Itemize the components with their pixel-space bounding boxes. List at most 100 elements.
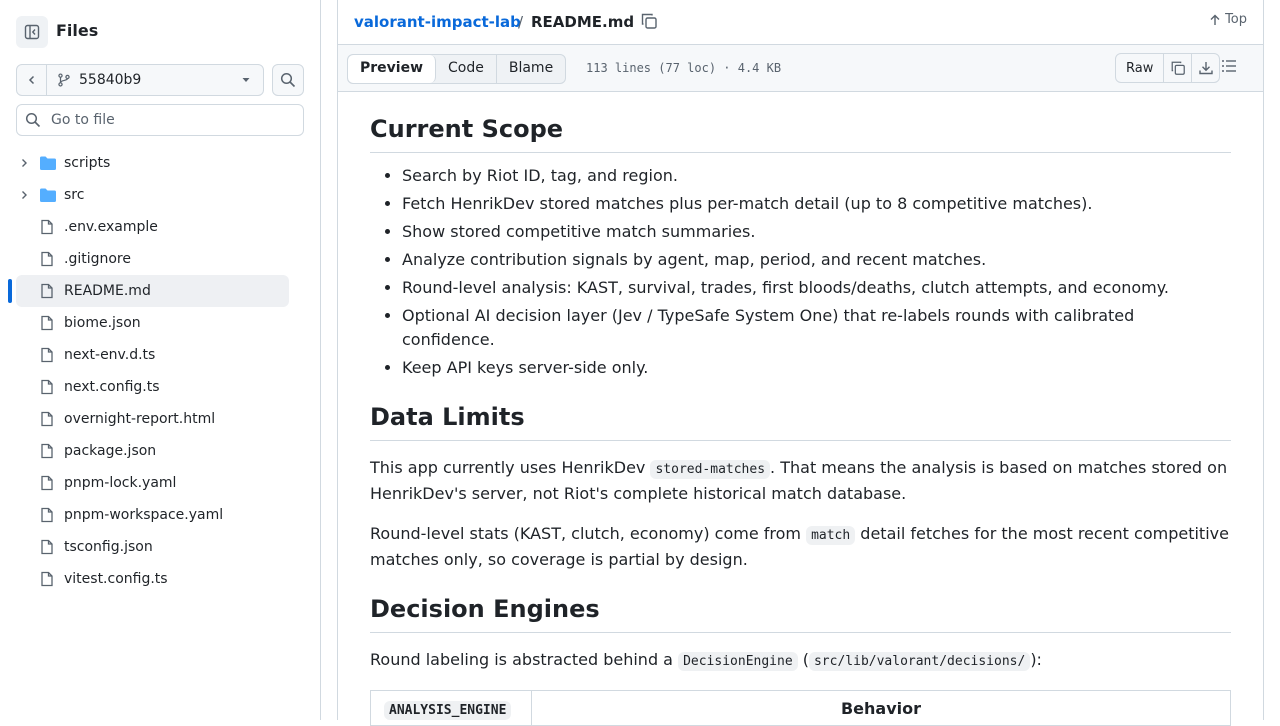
top-button[interactable]: Top [1209,12,1247,27]
inline-code: ANALYSIS_ENGINE [384,700,512,720]
text: This app currently uses HenrikDev [370,458,651,477]
copy-path-button[interactable] [640,12,658,34]
file-icon [41,251,53,267]
file-icon [41,379,53,395]
tree-item-vitest-config[interactable]: vitest.config.ts [0,563,320,595]
file-header: Preview Code Blame 113 lines (77 loc) · … [338,45,1263,92]
breadcrumb: valorant-impact-lab / README.md Top [338,0,1263,45]
paragraph: This app currently uses HenrikDev stored… [370,456,1231,506]
tree-item-pnpm-workspace[interactable]: pnpm-workspace.yaml [0,499,320,531]
download-button[interactable] [1192,54,1219,82]
folder-icon [40,156,56,170]
arrow-up-icon [1210,14,1220,25]
file-icon [41,507,53,523]
tree-item-label: next.config.ts [64,379,160,395]
list-item: Search by Riot ID, tag, and region. [402,164,1231,188]
collapse-sidebar-button[interactable] [16,16,48,48]
tree-item-package-json[interactable]: package.json [0,435,320,467]
tree-item-readme[interactable]: README.md [0,275,320,307]
list-item: Show stored competitive match summaries. [402,220,1231,244]
tree-item-gitignore[interactable]: .gitignore [0,243,320,275]
tree-item-pnpm-lock[interactable]: pnpm-lock.yaml [0,467,320,499]
file-icon [41,571,53,587]
file-icon [41,475,53,491]
chevron-right-icon[interactable] [18,189,30,201]
heading-current-scope: Current Scope [370,114,1231,153]
branch-selector: 55840b9 [16,64,264,96]
top-label: Top [1225,12,1247,27]
tree-item-label: next-env.d.ts [64,347,156,363]
scope-list: Search by Riot ID, tag, and region. Fetc… [370,164,1231,380]
branch-dropdown[interactable]: 55840b9 [47,65,263,95]
file-icon [41,219,53,235]
raw-actions: Raw [1115,53,1221,83]
paragraph: Round-level stats (KAST, clutch, economy… [370,522,1231,572]
tab-code[interactable]: Code [436,55,497,83]
paragraph: Round labeling is abstracted behind a De… [370,648,1231,674]
file-tree: scripts src .env.example .gitignore READ… [0,147,320,595]
branch-name: 55840b9 [79,72,142,88]
table-header: ANALYSIS_ENGINE [370,690,532,726]
tree-item-label: vitest.config.ts [64,571,168,587]
sidebar-title: Files [56,21,99,40]
tree-item-label: pnpm-lock.yaml [64,475,177,491]
list-icon [1222,60,1236,72]
file-icon [41,347,53,363]
repo-link[interactable]: valorant-impact-lab [354,12,521,32]
active-highlight [16,275,289,307]
tree-item-overnight-report[interactable]: overnight-report.html [0,403,320,435]
tree-item-scripts[interactable]: scripts [0,147,320,179]
tree-item-label: biome.json [64,315,141,331]
tree-item-label: overnight-report.html [64,411,216,427]
file-icon [41,539,53,555]
text: ( [797,650,809,669]
active-indicator [8,279,12,303]
table-header: Behavior [531,690,1231,726]
tree-item-env-example[interactable]: .env.example [0,211,320,243]
back-button[interactable] [17,65,47,95]
copy-icon [1171,61,1185,75]
tree-item-label: pnpm-workspace.yaml [64,507,224,523]
tree-item-next-config[interactable]: next.config.ts [0,371,320,403]
list-item: Optional AI decision layer (Jev / TypeSa… [402,304,1231,352]
copy-raw-button[interactable] [1164,54,1193,82]
engines-table: ANALYSIS_ENGINE Behavior [370,690,1231,726]
go-to-file-input[interactable] [49,111,293,129]
search-icon [25,112,41,128]
inline-code: match [806,526,856,545]
text: ): [1030,650,1042,669]
tree-item-next-env[interactable]: next-env.d.ts [0,339,320,371]
folder-icon [40,188,56,202]
list-item: Keep API keys server-side only. [402,356,1231,380]
list-item: Fetch HenrikDev stored matches plus per-… [402,192,1231,216]
tree-item-tsconfig[interactable]: tsconfig.json [0,531,320,563]
path-separator: / [518,13,524,31]
list-item: Analyze contribution signals by agent, m… [402,248,1231,272]
list-item: Round-level analysis: KAST, survival, tr… [402,276,1231,300]
inline-code: stored-matches [650,460,771,479]
outline-button[interactable] [1220,57,1238,79]
tree-item-label: .gitignore [64,251,131,267]
file-icon [41,315,53,331]
search-button[interactable] [272,64,304,96]
tree-item-label: README.md [64,283,151,299]
inline-code: DecisionEngine [678,652,798,671]
tree-item-label: package.json [64,443,157,459]
file-info: 113 lines (77 loc) · 4.4 KB [586,61,782,75]
text: Round-level stats (KAST, clutch, economy… [370,524,807,543]
go-to-file-field [16,104,304,136]
file-icon [41,411,53,427]
table-header-row: ANALYSIS_ENGINE Behavior [370,690,1231,726]
text: Round labeling is abstracted behind a [370,650,679,669]
file-icon [41,283,53,299]
tab-blame[interactable]: Blame [497,55,565,83]
chevron-right-icon[interactable] [18,157,30,169]
heading-data-limits: Data Limits [370,402,1231,441]
caret-down-icon [242,78,250,82]
sidebar-collapse-icon [24,24,40,40]
tab-preview[interactable]: Preview [348,55,437,83]
view-mode-tabs: Preview Code Blame [347,54,567,84]
tree-item-src[interactable]: src [0,179,320,211]
raw-button[interactable]: Raw [1116,54,1165,82]
tree-item-biome[interactable]: biome.json [0,307,320,339]
